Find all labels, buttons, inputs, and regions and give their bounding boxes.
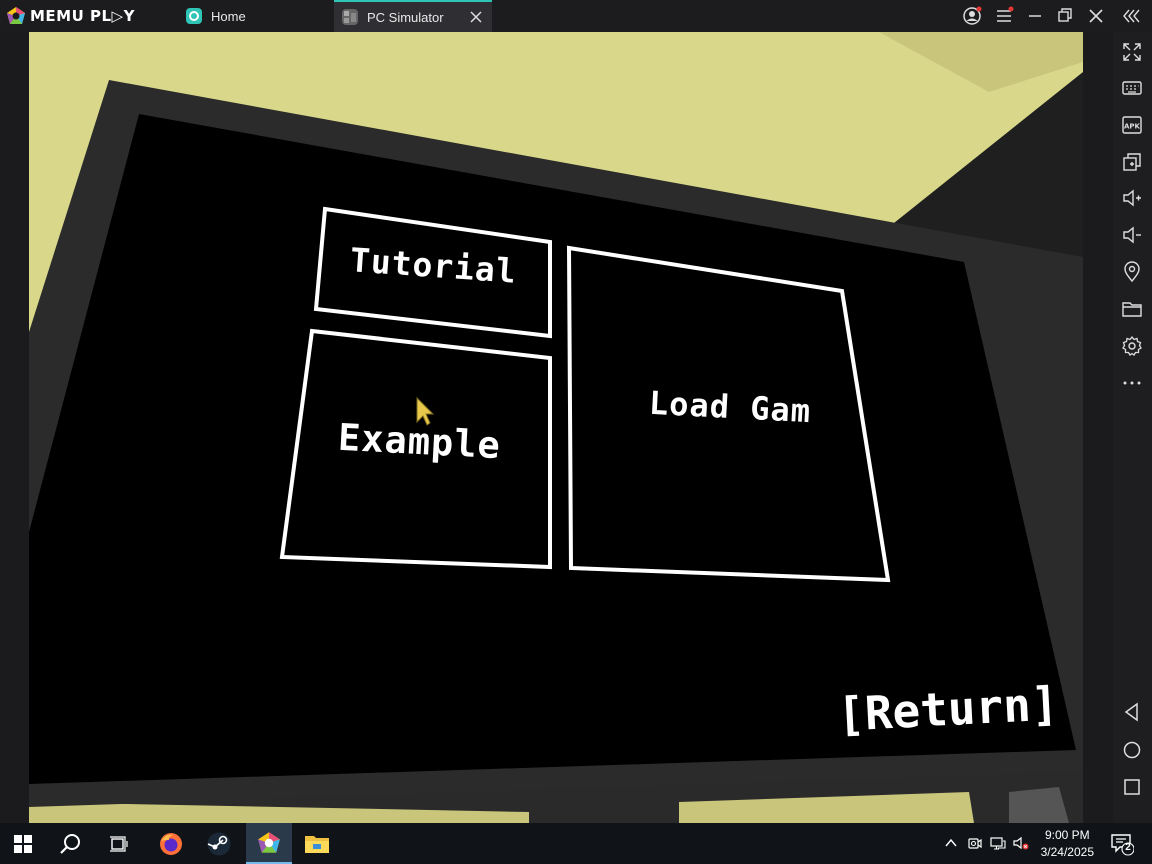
account-icon[interactable] (962, 6, 982, 26)
game-thumbnail-icon (342, 9, 358, 25)
keyboard-icon[interactable] (1121, 77, 1143, 99)
tray-chevron-up-icon[interactable] (943, 835, 959, 851)
tab-home[interactable]: Home (178, 0, 328, 32)
steam-icon (207, 832, 231, 855)
notification-center-button[interactable]: 2 (1110, 832, 1135, 856)
tab-pc-simulator[interactable]: PC Simulator (334, 0, 492, 32)
emulator-title-bar: MEMU PL▷Y Home PC Simulator (0, 0, 1152, 32)
apk-label: APK (1124, 123, 1141, 131)
task-view-button[interactable] (96, 823, 142, 864)
tab-pc-simulator-label: PC Simulator (367, 9, 444, 25)
fullscreen-icon[interactable] (1121, 41, 1143, 63)
emulator-sidebar: APK (1113, 32, 1152, 823)
volume-up-icon[interactable] (1121, 187, 1143, 209)
meet-now-icon[interactable] (967, 835, 983, 851)
menu-icon[interactable] (994, 6, 1014, 26)
recents-square-icon[interactable] (1121, 776, 1143, 798)
restore-icon[interactable] (1055, 6, 1075, 26)
network-icon[interactable] (990, 835, 1006, 851)
memu-taskbar-button[interactable] (246, 823, 292, 864)
windows-start-icon (14, 834, 32, 853)
return-button[interactable]: [Return] (836, 676, 1060, 742)
location-icon[interactable] (1121, 261, 1143, 283)
windows-taskbar: 9:00 PM 3/24/2025 2 (0, 823, 1152, 864)
file-explorer-button[interactable] (294, 823, 340, 864)
memu-logo: MEMU PL▷Y (6, 6, 135, 26)
home-circle-icon[interactable] (1121, 739, 1143, 761)
system-clock[interactable]: 9:00 PM 3/24/2025 (1041, 827, 1094, 861)
search-icon (60, 833, 80, 854)
file-explorer-icon (305, 835, 329, 853)
notification-count-badge: 2 (1125, 842, 1131, 853)
windows-start-button[interactable] (0, 823, 46, 864)
collapse-sidebar-icon[interactable] (1121, 6, 1141, 26)
game-viewport[interactable]: Tutorial Example Load Gam [Return] (29, 32, 1083, 823)
firefox-button[interactable] (148, 823, 194, 864)
steam-button[interactable] (196, 823, 242, 864)
left-frame (0, 32, 29, 823)
back-icon[interactable] (1121, 701, 1143, 723)
search-button[interactable] (48, 823, 94, 864)
clock-date: 3/24/2025 (1040, 845, 1094, 859)
right-frame (1083, 32, 1113, 823)
close-icon[interactable] (1086, 6, 1106, 26)
home-app-icon (186, 8, 202, 24)
close-tab-icon[interactable] (468, 9, 484, 25)
memu-icon (258, 831, 280, 853)
task-view-icon (110, 835, 128, 852)
firefox-icon (160, 832, 182, 855)
more-icon[interactable] (1121, 372, 1143, 394)
folder-icon[interactable] (1121, 298, 1143, 320)
tab-home-label: Home (211, 8, 246, 24)
volume-muted-icon[interactable] (1013, 835, 1029, 851)
settings-icon[interactable] (1121, 335, 1143, 357)
minimize-icon[interactable] (1025, 6, 1045, 26)
memu-logo-icon (7, 7, 25, 24)
multi-window-icon[interactable] (1121, 151, 1143, 173)
apk-icon[interactable]: APK (1121, 114, 1143, 136)
desk-object (1009, 787, 1069, 823)
memu-logo-text: MEMU PL▷Y (30, 7, 135, 25)
volume-down-icon[interactable] (1121, 224, 1143, 246)
clock-time: 9:00 PM (1044, 828, 1090, 842)
example-button[interactable]: Example (337, 416, 502, 467)
